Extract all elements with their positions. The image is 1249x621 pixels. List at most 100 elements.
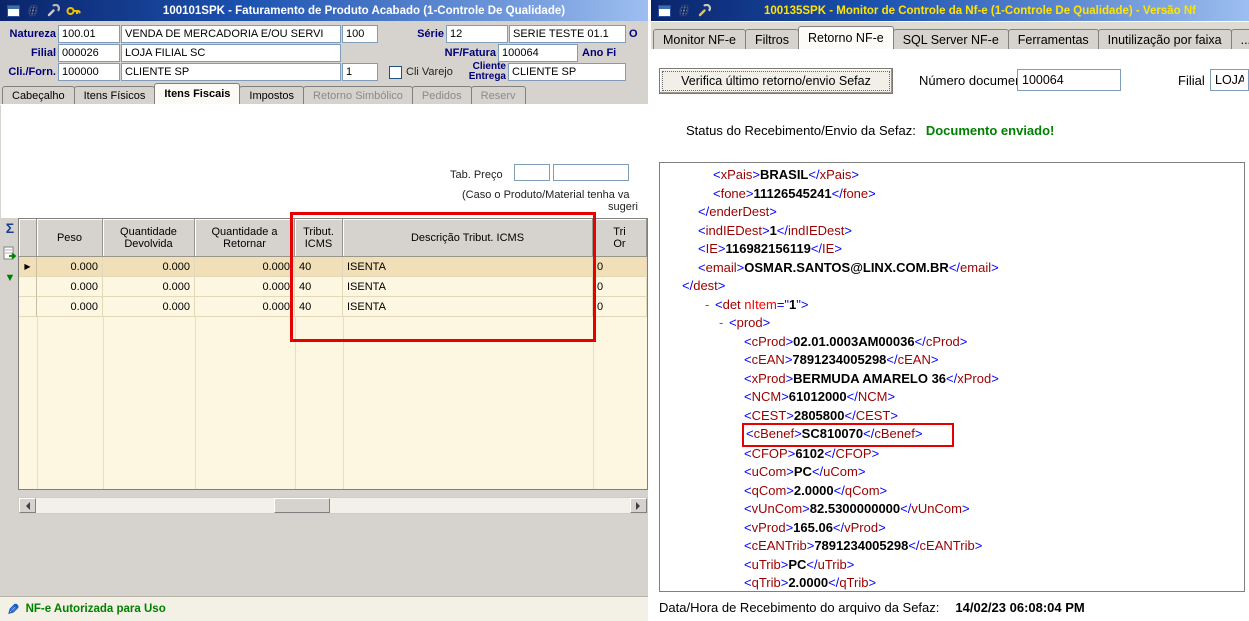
tab-item[interactable]: Ferramentas (1007, 29, 1099, 49)
window-form-icon[interactable] (5, 3, 21, 18)
cliente-entrega-label: Cliente Entrega (468, 61, 506, 82)
sum-totals-icon[interactable]: Σ (2, 220, 18, 236)
scrollbar-thumb[interactable] (274, 498, 330, 513)
scroll-down-icon[interactable]: ▼ (2, 270, 18, 286)
hash-icon[interactable]: # (676, 3, 692, 18)
filial-field[interactable] (1210, 69, 1249, 91)
left-tab-strip: Cabeçalho Itens Físicos Itens Fiscais Impos… (2, 83, 526, 104)
xml-line: <xProd>BERMUDA AMARELO 36</xProd> (744, 370, 999, 386)
grid-header-qtd-retornar[interactable]: Quantidade a Retornar (195, 219, 295, 257)
faturamento-window: # 100101SPK - Faturamento de Produto Aca… (0, 0, 648, 621)
export-grid-icon[interactable] (2, 245, 18, 261)
collapse-minus-icon[interactable]: - (719, 314, 729, 333)
tab-item[interactable]: Itens Fiscais (154, 83, 241, 104)
cli-varejo-label: Cli Varejo (406, 66, 453, 78)
cell-qtd-retornar: 0.000 (195, 257, 295, 277)
window-form-icon[interactable] (656, 3, 672, 18)
natureza-desc-field[interactable] (121, 25, 341, 43)
cell-descricao-tribut-icms: ISENTA (343, 277, 593, 297)
grid-header-tribut-icms[interactable]: Tribut. ICMS (295, 219, 343, 257)
collapse-minus-icon[interactable]: - (705, 296, 715, 315)
tab-preco-field-1[interactable] (514, 164, 550, 181)
grid-row[interactable]: 0.000 0.000 0.000 40 ISENTA 0 (19, 257, 647, 277)
tab-item[interactable]: Itens Físicos (73, 86, 156, 104)
tab-preco-field-2[interactable] (553, 164, 629, 181)
xml-container-line: - <det nItem="1"> (660, 296, 1244, 315)
filial-desc-field[interactable] (121, 44, 341, 62)
xml-line: <uTrib>PC</uTrib> (744, 556, 855, 572)
scroll-right-button[interactable] (630, 498, 647, 513)
cli-num-field[interactable] (342, 63, 378, 81)
tab-preco-label: Tab. Preço (450, 169, 503, 181)
xml-line: <CFOP>6102</CFOP> (744, 445, 880, 461)
cell-tribut-icms: 40 (295, 297, 343, 317)
cli-varejo-checkbox[interactable] (389, 66, 402, 79)
tab-item[interactable]: Cabeçalho (2, 86, 75, 104)
cli-desc-field[interactable] (121, 63, 341, 81)
xml-line: <IE>116982156119</IE> (698, 241, 842, 256)
left-titlebar[interactable]: # 100101SPK - Faturamento de Produto Aca… (0, 0, 648, 21)
right-titlebar[interactable]: # 100135SPK - Monitor de Controle da Nf-… (651, 0, 1249, 21)
grid-header-descricao-tribut-icms[interactable]: Descrição Tribut. ICMS (343, 219, 593, 257)
tab-item[interactable]: Monitor NF-e (653, 29, 746, 49)
clipped-label-row1: O (629, 28, 638, 40)
cell-descricao-tribut-icms: ISENTA (343, 297, 593, 317)
nfe-xml-viewer[interactable]: <xPais>BRASIL</xPais> <fone>11126545241</… (659, 162, 1245, 592)
header-form: Natureza Série O Filial NF/Fatura Ano Fi… (0, 21, 648, 84)
tab-item[interactable]: SQL Server NF-e (892, 29, 1009, 49)
cell-qtd-devolvida: 0.000 (103, 297, 195, 317)
cliente-entrega-field[interactable] (508, 63, 626, 81)
tab-item[interactable]: Pedidos (411, 86, 472, 104)
sefaz-datetime-line: Data/Hora de Recebimento do arquivo da S… (659, 600, 1085, 615)
window-title: 100135SPK - Monitor de Controle da Nf-e … (764, 4, 1196, 17)
xml-line: <vProd>165.06</vProd> (744, 519, 886, 535)
tab-item[interactable]: Retorno Simbólico (303, 86, 413, 104)
tab-item[interactable]: Retorno NF-e (797, 26, 894, 49)
cell-tribut-icms: 40 (295, 277, 343, 297)
cli-code-field[interactable] (58, 63, 120, 81)
cell-qtd-retornar: 0.000 (195, 277, 295, 297)
serie-code-field[interactable] (446, 25, 508, 43)
numero-documento-field[interactable] (1017, 69, 1121, 91)
serie-desc-field[interactable] (509, 25, 626, 43)
cell-peso: 0.000 (37, 277, 103, 297)
natureza-code-field[interactable] (58, 25, 120, 43)
verifica-retorno-sefaz-button[interactable]: Verifica último retorno/envio Sefaz (659, 68, 893, 94)
grid-horizontal-scrollbar[interactable] (18, 497, 648, 514)
hash-icon[interactable]: # (25, 3, 41, 18)
xml-container-line: - <prod> (660, 314, 1244, 333)
xml-line: <NCM>61012000</NCM> (744, 389, 896, 404)
nfe-status-message: NF-e Autorizada para Uso (25, 603, 166, 615)
grid-header-tri-or[interactable]: Tri Or (593, 219, 647, 257)
natureza-num-field[interactable] (342, 25, 378, 43)
xml-line: <xPais>BRASIL</xPais> (713, 167, 859, 182)
cell-qtd-devolvida: 0.000 (103, 277, 195, 297)
sefaz-datetime-value: 14/02/23 06:08:04 PM (955, 600, 1085, 615)
cell-tri-or: 0 (593, 257, 647, 277)
xml-closing-tag-line: </dest> (682, 278, 726, 293)
window-title: 100101SPK - Faturamento de Produto Acaba… (162, 4, 566, 17)
tab-item[interactable]: Inutilização por faixa (1097, 29, 1232, 49)
scroll-left-button[interactable] (19, 498, 36, 513)
cell-tri-or: 0 (593, 297, 647, 317)
tab-item[interactable]: Impostos (239, 86, 305, 104)
xml-line: <indIEDest>1</indIEDest> (698, 222, 852, 238)
wrench-icon[interactable] (696, 3, 712, 18)
tab-item[interactable]: Reserv (470, 86, 526, 104)
grid-header-selector (19, 219, 37, 257)
key-icon[interactable] (65, 3, 81, 18)
filial-code-field[interactable] (58, 44, 120, 62)
pen-status-icon: ✎ (3, 602, 21, 616)
grid-header-peso[interactable]: Peso (37, 219, 103, 257)
tab-item[interactable]: ... (1230, 29, 1249, 49)
grid-header-qtd-devolvida[interactable]: Quantidade Devolvida (103, 219, 195, 257)
grid-row[interactable]: 0.000 0.000 0.000 40 ISENTA 0 (19, 277, 647, 297)
sefaz-datetime-label: Data/Hora de Recebimento do arquivo da S… (659, 600, 940, 615)
xml-line: <fone>11126545241</fone> (713, 185, 876, 201)
grid-row[interactable]: 0.000 0.000 0.000 40 ISENTA 0 (19, 297, 647, 317)
sefaz-status-label: Status do Recebimento/Envio da Sefaz: (686, 123, 916, 138)
nf-fatura-field[interactable] (498, 44, 578, 62)
wrench-icon[interactable] (45, 3, 61, 18)
tab-item[interactable]: Filtros (744, 29, 799, 49)
xml-line: <cEAN>7891234005298</cEAN> (744, 352, 939, 367)
